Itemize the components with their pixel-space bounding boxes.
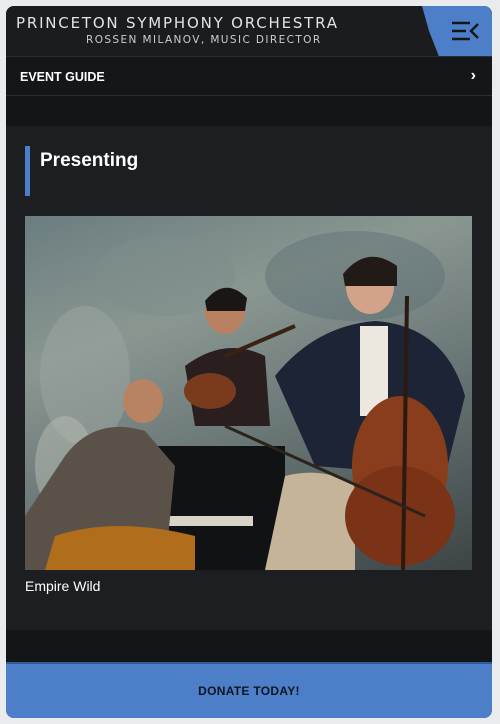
- event-caption[interactable]: Empire Wild: [25, 578, 100, 594]
- divider-band: [6, 630, 492, 662]
- section-accent-bar: [25, 146, 30, 196]
- menu-collapse-icon: [452, 21, 479, 41]
- presenting-section: Presenting Empire Wild: [6, 126, 492, 630]
- divider-band: [6, 96, 492, 126]
- mobile-page: PRINCETON SYMPHONY ORCHESTRA ROSSEN MILA…: [6, 6, 492, 718]
- section-title: Presenting: [40, 150, 139, 171]
- event-guide-bar[interactable]: EVENT GUIDE ›: [6, 56, 492, 96]
- music-director-line: ROSSEN MILANOV, MUSIC DIRECTOR: [86, 34, 322, 46]
- donate-button[interactable]: DONATE TODAY!: [6, 662, 492, 718]
- donate-label: DONATE TODAY!: [198, 684, 300, 698]
- event-photo[interactable]: [25, 216, 472, 570]
- org-name[interactable]: PRINCETON SYMPHONY ORCHESTRA: [16, 14, 339, 32]
- menu-toggle-button[interactable]: [422, 6, 492, 56]
- ensemble-photo: [25, 231, 465, 570]
- chevron-right-icon: ›: [470, 67, 476, 84]
- site-header: PRINCETON SYMPHONY ORCHESTRA ROSSEN MILA…: [6, 6, 492, 56]
- event-guide-label: EVENT GUIDE: [20, 70, 105, 84]
